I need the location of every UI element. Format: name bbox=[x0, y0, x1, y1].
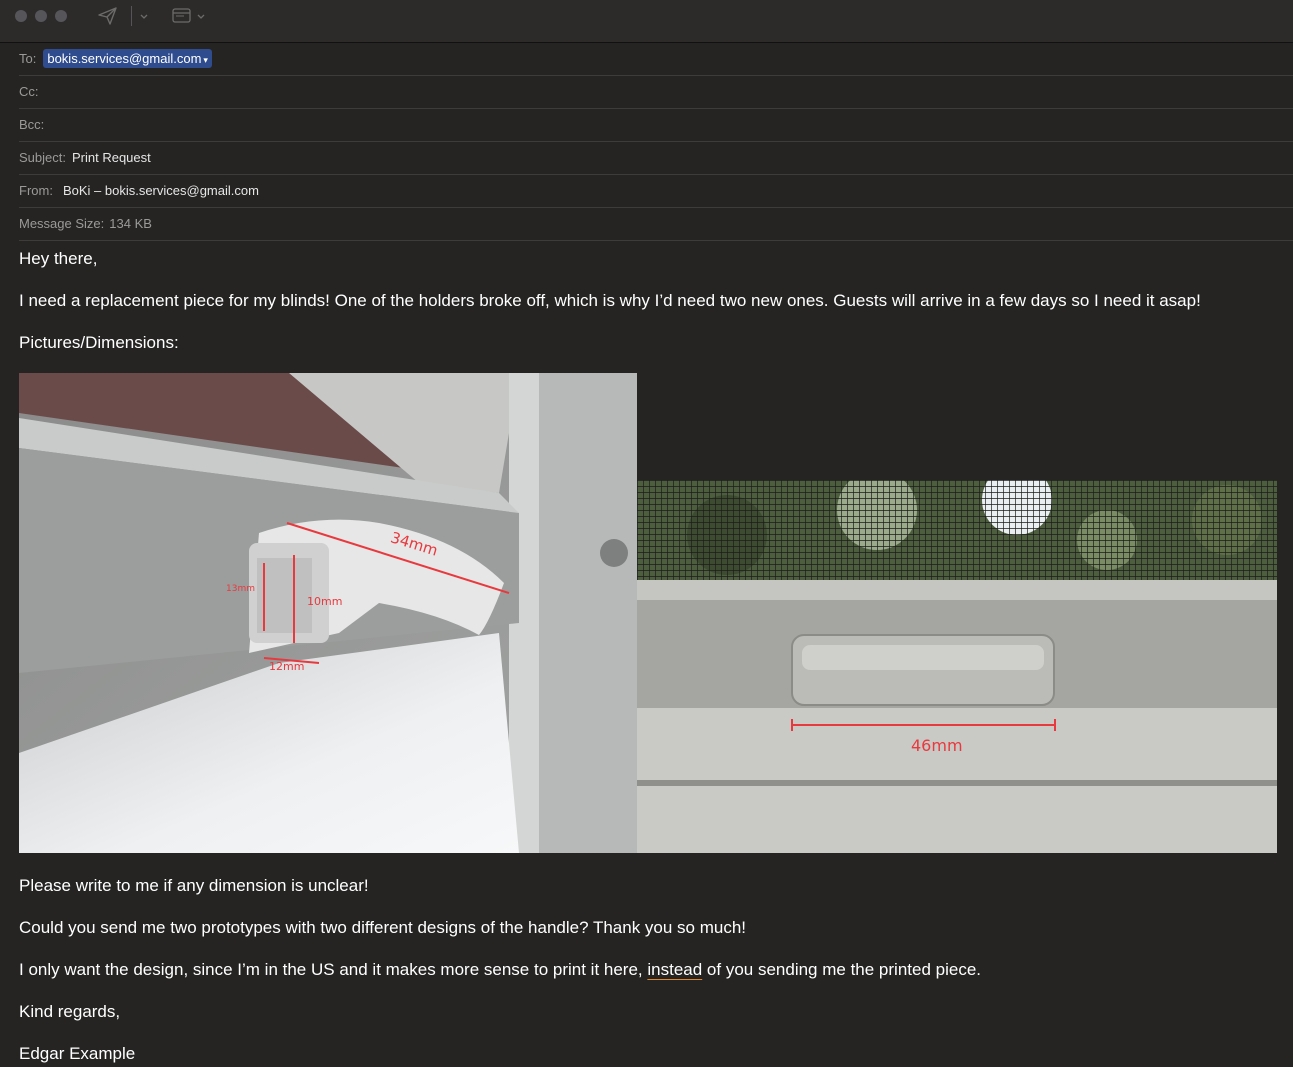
dimension-label-10mm: 10mm bbox=[307, 595, 343, 608]
cc-label: Cc: bbox=[19, 84, 39, 99]
subject-row[interactable]: Subject: Print Request bbox=[19, 141, 1293, 175]
message-size-label: Message Size: bbox=[19, 216, 105, 231]
subject-label: Subject: bbox=[19, 150, 66, 165]
from-label: From: bbox=[19, 183, 53, 198]
body-paragraph-4: Could you send me two prototypes with tw… bbox=[19, 918, 747, 937]
closing: Kind regards, bbox=[19, 1002, 121, 1021]
cc-row[interactable]: Cc: bbox=[19, 75, 1293, 109]
body-paragraph-2: Pictures/Dimensions: bbox=[19, 333, 179, 352]
to-row: To: bokis.services@gmail.com ▾ bbox=[19, 42, 1293, 76]
chevron-down-icon: ▾ bbox=[203, 55, 208, 65]
dimension-label-12mm: 12mm bbox=[269, 660, 305, 673]
blind-handle-photo[interactable]: 46mm bbox=[637, 480, 1277, 853]
dimension-label-46mm: 46mm bbox=[911, 736, 963, 755]
body-paragraph-5: I only want the design, since I’m in the… bbox=[19, 960, 981, 980]
body-paragraph-3: Please write to me if any dimension is u… bbox=[19, 876, 369, 895]
from-row[interactable]: From: BoKi – bokis.services@gmail.com bbox=[19, 174, 1293, 208]
subject-value: Print Request bbox=[71, 150, 151, 165]
dimension-label-13mm: 13mm bbox=[226, 584, 255, 594]
send-icon[interactable] bbox=[97, 6, 119, 31]
to-label: To: bbox=[19, 51, 37, 66]
message-size-row: Message Size: 134 KB bbox=[19, 207, 1293, 241]
signature: Edgar Example bbox=[19, 1044, 136, 1063]
minimize-window-button[interactable] bbox=[35, 10, 47, 22]
greeting: Hey there, bbox=[19, 249, 98, 268]
bcc-row[interactable]: Bcc: bbox=[19, 108, 1293, 142]
chevron-down-icon[interactable] bbox=[139, 9, 149, 27]
close-window-button[interactable] bbox=[15, 10, 27, 22]
recipient-address: bokis.services@gmail.com bbox=[47, 51, 202, 66]
message-size-value: 134 KB bbox=[109, 216, 152, 231]
paragraph-5-end: of you sending me the printed piece. bbox=[702, 960, 981, 979]
blind-holder-photo[interactable]: 34mm 13mm 10mm 12mm bbox=[19, 373, 637, 853]
toolbar bbox=[0, 0, 1293, 43]
paragraph-5-start: I only want the design, since I’m in the… bbox=[19, 960, 648, 979]
zoom-window-button[interactable] bbox=[55, 10, 67, 22]
recipient-chip[interactable]: bokis.services@gmail.com ▾ bbox=[43, 49, 212, 68]
body-paragraph-1: I need a replacement piece for my blinds… bbox=[19, 291, 1201, 310]
bcc-label: Bcc: bbox=[19, 117, 45, 132]
toolbar-divider bbox=[131, 6, 132, 26]
spelling-flagged-word[interactable]: instead bbox=[647, 960, 702, 979]
chevron-down-icon[interactable] bbox=[196, 9, 206, 27]
from-value: BoKi – bokis.services@gmail.com bbox=[62, 183, 259, 198]
format-icon[interactable] bbox=[172, 8, 192, 29]
